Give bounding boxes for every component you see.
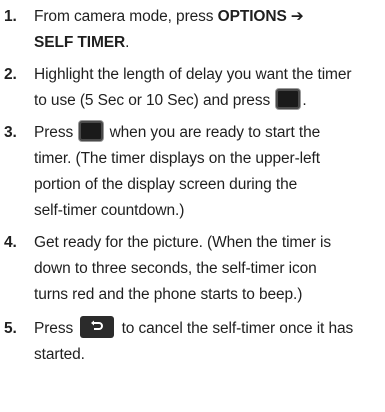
options-label: OPTIONS [217,8,287,25]
arrow-icon: ➔ [290,8,304,25]
step-number: 3. [4,124,17,141]
step-line: self-timer countdown.) [34,202,185,219]
step-line: Press when you are ready to start the [34,119,379,146]
step-number: 2. [4,66,17,83]
back-key-icon [80,315,115,338]
step-line: started. [34,346,85,363]
step-line: to use (5 Sec or 10 Sec) and press . [34,87,379,114]
step-number: 1. [4,8,17,25]
step-body: Press when you are ready to start the ti… [34,119,379,224]
step-number: 5. [4,320,17,337]
instruction-page: 1. From camera mode, press OPTIONS ➔ SELF… [0,0,385,412]
self-timer-label: SELF TIMER [34,34,126,51]
step-text: Press [34,124,74,141]
step-text: . [125,34,130,51]
step-number: 4. [4,234,17,251]
step-line: SELF TIMER. [34,30,379,56]
step-text: to cancel the self-timer once it has [121,320,354,337]
step-text: . [302,92,307,109]
center-select-key-icon [275,87,302,110]
center-select-key-icon [78,119,105,142]
step-line: down to three seconds, the self-timer ic… [34,260,317,277]
step-line: portion of the display screen during the [34,176,298,193]
step-line: From camera mode, press OPTIONS ➔ [34,4,379,30]
step-line: Get ready for the picture. (When the tim… [34,234,332,251]
step-text: From camera mode, press [34,8,218,25]
step-line: turns red and the phone starts to beep.) [34,286,303,303]
step-line: Highlight the length of delay you want t… [34,66,352,83]
back-arrow-icon [91,320,104,330]
step-text: Press [34,320,74,337]
step-body: From camera mode, press OPTIONS ➔ SELF TI… [34,4,379,56]
step-body: Highlight the length of delay you want t… [34,62,379,114]
step-line: timer. (The timer displays on the upper-… [34,150,320,167]
step-body: Get ready for the picture. (When the tim… [34,230,379,308]
step-text: to use (5 Sec or 10 Sec) and press [34,92,271,109]
step-body: Press to cancel the self-timer once it h… [34,315,379,368]
step-text: when you are ready to start the [109,124,321,141]
step-line: Press to cancel the self-timer once it h… [34,315,379,342]
